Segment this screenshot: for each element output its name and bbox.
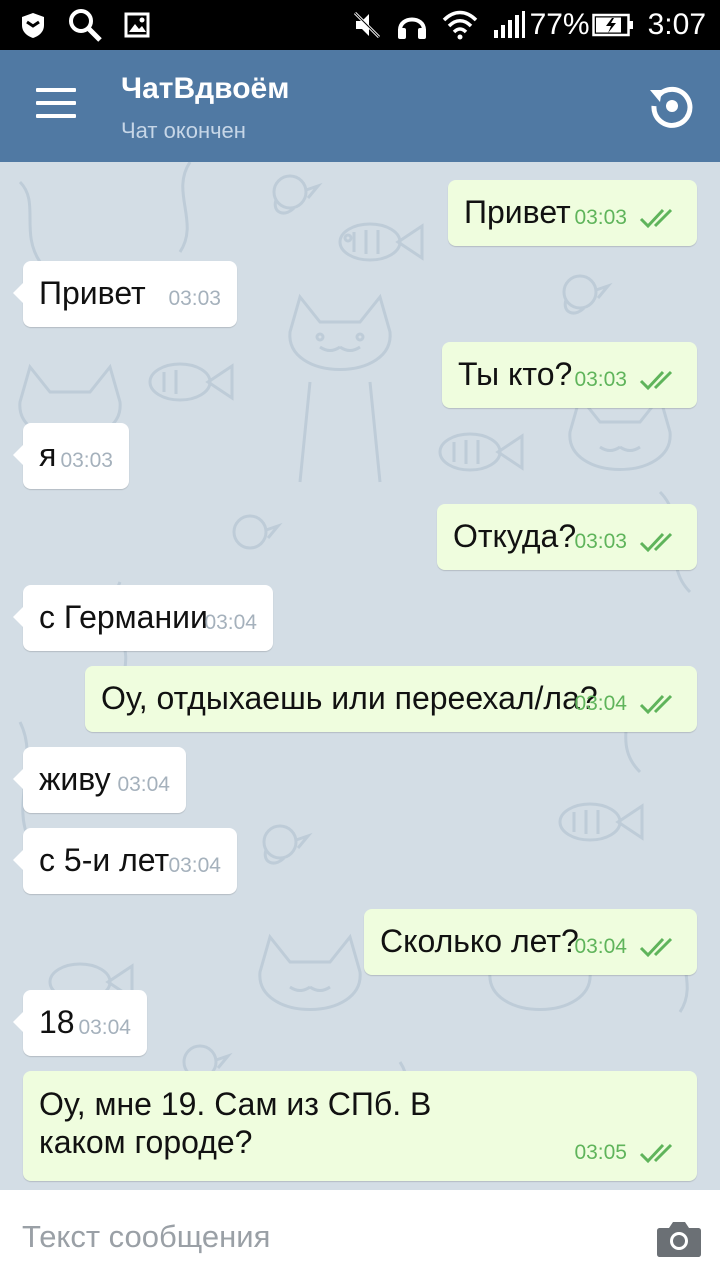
message-text: Ты кто? [458, 356, 573, 392]
read-ticks-icon [639, 208, 673, 229]
message-text: Откуда? [453, 518, 577, 554]
message-time: 03:03 [574, 368, 627, 391]
message-text: Оу, отдыхаешь или переехал/ла? [101, 680, 598, 716]
message-time: 03:03 [60, 449, 113, 472]
camera-icon[interactable] [656, 1218, 702, 1258]
read-ticks-icon [639, 937, 673, 958]
read-ticks-icon [639, 694, 673, 715]
shield-icon [22, 13, 44, 38]
hamburger-menu-icon[interactable] [36, 88, 76, 124]
message-text: 18 [39, 1004, 75, 1040]
message-text: с Германии [39, 599, 208, 635]
message-input[interactable] [20, 1212, 624, 1262]
battery-percent: 77% [529, 8, 590, 41]
read-ticks-icon [639, 532, 673, 553]
incoming-message[interactable]: я 03:03 [13, 423, 129, 489]
message-text: Сколько лет? [380, 923, 579, 959]
mute-icon [353, 11, 380, 39]
battery-charging-icon [591, 13, 633, 37]
outgoing-message[interactable]: Оу, мне 19. Сам из СПб. В каком городе? 0… [23, 1071, 697, 1181]
incoming-message[interactable]: с 5-и лет 03:04 [13, 828, 237, 894]
image-icon [124, 12, 150, 38]
outgoing-message[interactable]: Ты кто? 03:03 [442, 342, 697, 408]
message-time: 03:04 [168, 854, 221, 877]
message-text: Привет [39, 275, 146, 311]
message-input-bar [0, 1190, 720, 1280]
headphones-icon [397, 17, 426, 39]
outgoing-message[interactable]: Привет 03:03 [448, 180, 697, 246]
message-time: 03:04 [204, 611, 257, 634]
message-time: 03:05 [574, 1141, 627, 1164]
message-time: 03:04 [574, 935, 627, 958]
chat-status: Чат окончен [121, 118, 246, 143]
app-title: ЧатВдвоём [121, 72, 290, 105]
message-text: с 5-и лет [39, 842, 170, 878]
clock: 3:07 [647, 8, 706, 41]
incoming-message[interactable]: 18 03:04 [13, 990, 147, 1056]
outgoing-message[interactable]: Откуда? 03:03 [437, 504, 697, 570]
search-icon [69, 9, 102, 42]
message-time: 03:04 [78, 1016, 131, 1039]
message-time: 03:03 [168, 287, 221, 310]
message-text: я [39, 437, 57, 473]
message-text: Привет [464, 194, 571, 230]
read-ticks-icon [639, 370, 673, 391]
read-ticks-icon [639, 1143, 673, 1164]
message-time: 03:04 [574, 692, 627, 715]
incoming-message[interactable]: живу 03:04 [13, 747, 186, 813]
message-text: Оу, мне 19. Сам из СПб. В каком городе? [39, 1086, 432, 1160]
incoming-message[interactable]: с Германии 03:04 [13, 585, 273, 651]
incoming-message[interactable]: Привет 03:03 [13, 261, 237, 327]
outgoing-message[interactable]: Оу, отдыхаешь или переехал/ла? 03:04 [85, 666, 697, 732]
chat-area[interactable]: Привет 03:03 Привет 03:03 Ты кто? 03:03 я 03:03… [0, 162, 720, 1190]
status-bar: 77% 3:07 [0, 0, 720, 50]
message-time: 03:04 [117, 773, 170, 796]
outgoing-message[interactable]: Сколько лет? 03:04 [364, 909, 697, 975]
signal-icon [493, 11, 525, 38]
app-bar: ЧатВдвоём Чат окончен [0, 50, 720, 162]
message-time: 03:03 [574, 206, 627, 229]
message-text: живу [39, 761, 111, 797]
wifi-icon [442, 10, 477, 40]
message-time: 03:03 [574, 530, 627, 553]
refresh-icon[interactable] [648, 82, 696, 130]
